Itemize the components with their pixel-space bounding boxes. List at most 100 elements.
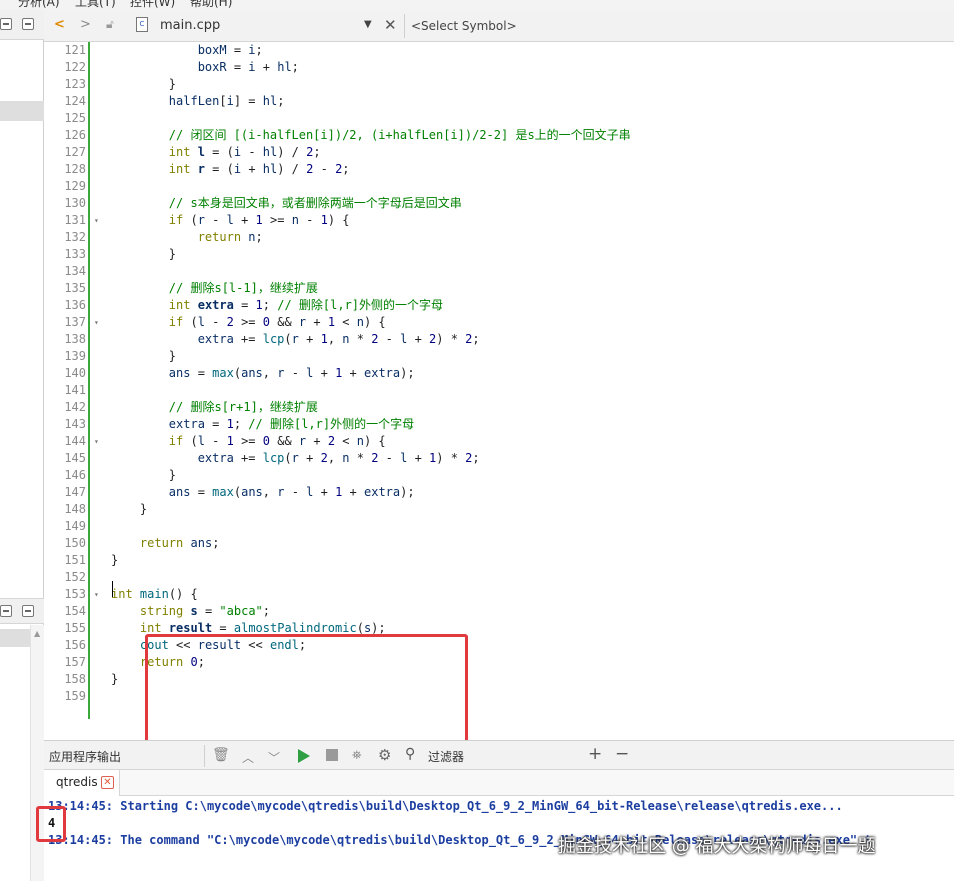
scroll-up-icon[interactable]: ▲: [34, 629, 40, 638]
chevron-down-icon[interactable]: ﹀: [268, 749, 280, 766]
code-line[interactable]: 123 }: [44, 76, 954, 93]
back-icon[interactable]: <: [54, 17, 65, 32]
code-line[interactable]: 144 ▾ if (l - 1 >= 0 && r + 2 < n) {: [44, 433, 954, 450]
line-number: 143: [64, 417, 86, 431]
annotation-box: [36, 806, 66, 842]
chevron-down-icon[interactable]: ▼: [364, 19, 372, 30]
code-line[interactable]: 151}: [44, 552, 954, 569]
line-number: 126: [64, 128, 86, 142]
code-line[interactable]: 122 boxR = i + hl;: [44, 59, 954, 76]
code-line[interactable]: 142 // 删除s[r+1]，继续扩展: [44, 399, 954, 416]
minus-icon[interactable]: −: [615, 744, 629, 764]
code-text: cout << result << endl;: [139, 638, 307, 652]
tab-qtredis[interactable]: qtredis ✕: [44, 770, 120, 796]
code-line[interactable]: 129: [44, 178, 954, 195]
code-line[interactable]: 135 // 删除s[l-1]，继续扩展: [44, 280, 954, 297]
fold-toggle-icon[interactable]: ▾: [94, 586, 99, 603]
code-line[interactable]: 141: [44, 382, 954, 399]
line-number: 148: [64, 502, 86, 516]
code-line[interactable]: 156 cout << result << endl;: [44, 637, 954, 654]
code-line[interactable]: 137 ▾ if (l - 2 >= 0 && r + 1 < n) {: [44, 314, 954, 331]
code-line[interactable]: 124 halfLen[i] = hl;: [44, 93, 954, 110]
lock-icon: 🔓︎: [106, 17, 114, 31]
code-text: return 0;: [139, 655, 205, 669]
menu-bar: 分析(A) 工具(T) 控件(W) 帮助(H): [0, 0, 954, 10]
stop-icon[interactable]: [326, 749, 338, 761]
code-line[interactable]: 131 ▾ if (r - l + 1 >= n - 1) {: [44, 212, 954, 229]
code-line[interactable]: 153 ▾ int main() {: [44, 586, 954, 603]
code-line[interactable]: 127 int l = (i - hl) / 2;: [44, 144, 954, 161]
sidebar-selected-item[interactable]: [0, 101, 44, 121]
symbol-selector[interactable]: <Select Symbol>: [411, 19, 517, 33]
code-text: extra = 1; // 删除[l,r]外侧的一个字母: [168, 417, 415, 431]
tab-label: qtredis: [56, 775, 98, 789]
code-line[interactable]: 143 extra = 1; // 删除[l,r]外侧的一个字母: [44, 416, 954, 433]
code-line[interactable]: 146 }: [44, 467, 954, 484]
code-line[interactable]: 159: [44, 688, 954, 705]
collapse-icon[interactable]: [0, 18, 12, 30]
chevron-up-icon[interactable]: ︿: [242, 749, 254, 766]
code-editor[interactable]: 121 boxM = i; 122 boxR = i + hl; 123 } 124 …: [44, 42, 954, 740]
plus-icon[interactable]: +: [588, 744, 602, 764]
collapse-icon[interactable]: [0, 605, 12, 617]
menu-analyze[interactable]: 分析(A): [18, 0, 60, 10]
close-icon[interactable]: ✕: [384, 16, 397, 34]
line-number: 153: [64, 587, 86, 601]
code-line[interactable]: 158}: [44, 671, 954, 688]
open-file-name[interactable]: main.cpp: [160, 18, 220, 33]
line-number: 154: [64, 604, 86, 618]
code-text: extra += lcp(r + 2, n * 2 - l + 1) * 2;: [197, 451, 480, 465]
code-line[interactable]: 132 return n;: [44, 229, 954, 246]
trash-icon[interactable]: 🗑︎: [212, 747, 230, 763]
gear-icon[interactable]: ⚙: [378, 746, 391, 764]
code-text: }: [111, 672, 119, 686]
code-line[interactable]: 150 return ans;: [44, 535, 954, 552]
code-line[interactable]: 126 // 闭区间 [(i-halfLen[i])/2, (i+halfLen…: [44, 127, 954, 144]
code-line[interactable]: 133 }: [44, 246, 954, 263]
code-line[interactable]: 130 // s本身是回文串，或者删除两端一个字母后是回文串: [44, 195, 954, 212]
attach-debugger-icon[interactable]: ⛯: [352, 748, 362, 763]
menu-help[interactable]: 帮助(H): [190, 0, 232, 10]
code-line[interactable]: 128 int r = (i + hl) / 2 - 2;: [44, 161, 954, 178]
menu-tools[interactable]: 工具(T): [75, 0, 116, 10]
fold-toggle-icon[interactable]: ▾: [94, 314, 99, 331]
code-line[interactable]: 148 }: [44, 501, 954, 518]
code-text: // s本身是回文串，或者删除两端一个字母后是回文串: [168, 196, 462, 210]
split-icon[interactable]: [22, 605, 34, 617]
watermark: 掘金技术社区 @ 福大大架构师每日一题: [558, 836, 876, 857]
search-icon: ⚲: [405, 746, 416, 762]
fold-toggle-icon[interactable]: ▾: [94, 433, 99, 450]
code-line[interactable]: 147 ans = max(ans, r - l + 1 + extra);: [44, 484, 954, 501]
sidebar-selected-item[interactable]: [0, 629, 30, 647]
code-line[interactable]: 121 boxM = i;: [44, 42, 954, 59]
code-line[interactable]: 140 ans = max(ans, r - l + 1 + extra);: [44, 365, 954, 382]
run-icon[interactable]: [298, 749, 310, 763]
code-text: }: [111, 553, 119, 567]
split-icon[interactable]: [22, 18, 34, 30]
line-number: 147: [64, 485, 86, 499]
code-line[interactable]: 134: [44, 263, 954, 280]
code-text: if (r - l + 1 >= n - 1) {: [168, 213, 350, 227]
line-number: 157: [64, 655, 86, 669]
code-line[interactable]: 125: [44, 110, 954, 127]
menu-controls[interactable]: 控件(W): [130, 0, 175, 10]
fold-toggle-icon[interactable]: ▾: [94, 212, 99, 229]
code-line[interactable]: 149: [44, 518, 954, 535]
line-number: 125: [64, 111, 86, 125]
code-line[interactable]: 157 return 0;: [44, 654, 954, 671]
forward-icon[interactable]: >: [80, 17, 91, 32]
code-line[interactable]: 152: [44, 569, 954, 586]
line-number: 137: [64, 315, 86, 329]
code-line[interactable]: 155 int result = almostPalindromic(s);: [44, 620, 954, 637]
code-line[interactable]: 136 int extra = 1; // 删除[l,r]外侧的一个字母: [44, 297, 954, 314]
close-icon[interactable]: ✕: [101, 776, 114, 789]
code-line[interactable]: 138 extra += lcp(r + 1, n * 2 - l + 2) *…: [44, 331, 954, 348]
code-line[interactable]: 139 }: [44, 348, 954, 365]
filter-input[interactable]: 过滤器: [428, 748, 464, 765]
line-number: 121: [64, 43, 86, 57]
code-text: extra += lcp(r + 1, n * 2 - l + 2) * 2;: [197, 332, 480, 346]
code-line[interactable]: 154 string s = "abca";: [44, 603, 954, 620]
sidebar-scrollbar[interactable]: ▲: [30, 625, 44, 881]
line-number: 131: [64, 213, 86, 227]
code-line[interactable]: 145 extra += lcp(r + 2, n * 2 - l + 1) *…: [44, 450, 954, 467]
